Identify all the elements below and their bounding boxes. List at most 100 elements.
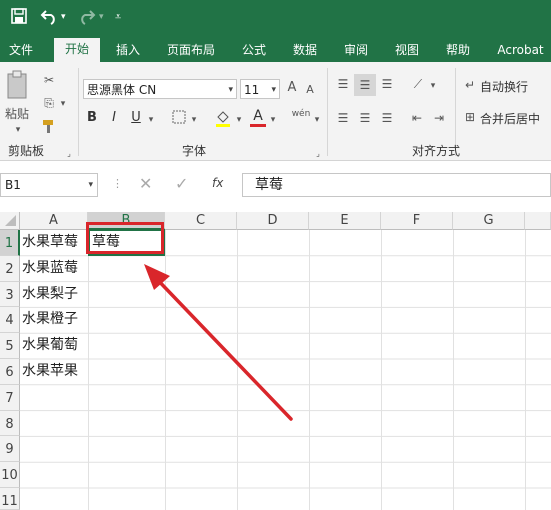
row-header-9[interactable]: 9 [0, 436, 20, 463]
row-header-7[interactable]: 7 [0, 384, 20, 411]
tab-file[interactable]: 文件 [2, 39, 40, 62]
undo-dropdown-icon[interactable]: ▾ [61, 7, 66, 27]
align-center-icon[interactable]: ☰ [356, 110, 374, 126]
wrap-text-button[interactable]: 自动换行 [480, 79, 528, 95]
merge-center-icon[interactable]: ⊞ [462, 109, 478, 125]
column-header-d[interactable]: D [237, 212, 309, 230]
underline-button[interactable]: U [128, 110, 144, 126]
fill-color-dropdown-icon[interactable]: ▾ [234, 112, 244, 128]
column-header-c[interactable]: C [165, 212, 237, 230]
tab-view[interactable]: 视图 [387, 39, 427, 62]
font-group-label: 字体 [182, 144, 207, 158]
font-launcher-icon[interactable]: ⌟ [313, 146, 323, 162]
formula-bar-grip-icon: ⋮ [112, 177, 123, 190]
name-box-value: B1 [5, 178, 21, 192]
name-box[interactable]: B1 ▾ [0, 173, 98, 197]
align-bottom-icon[interactable]: ☰ [378, 76, 396, 92]
fill-color-icon[interactable] [214, 109, 232, 131]
font-name-select[interactable]: 思源黑体 CN ▾ [83, 79, 237, 99]
tab-help[interactable]: 帮助 [438, 39, 478, 62]
cell-a4[interactable]: 水果橙子 [22, 307, 78, 333]
column-header-e[interactable]: E [309, 212, 381, 230]
clipboard-group-label: 剪贴板 [8, 144, 45, 158]
phonetic-guide-icon[interactable]: wén [290, 106, 312, 122]
enter-icon[interactable]: ✓ [175, 174, 188, 193]
italic-button[interactable]: I [106, 110, 122, 126]
column-header-h[interactable] [525, 212, 551, 230]
underline-dropdown-icon[interactable]: ▾ [146, 112, 156, 128]
cell-a6[interactable]: 水果苹果 [22, 359, 78, 385]
phonetic-label: wén [291, 109, 311, 119]
shrink-font-icon[interactable]: A [303, 82, 317, 98]
column-header-f[interactable]: F [381, 212, 453, 230]
merge-center-button[interactable]: 合并后居中 [480, 111, 540, 127]
divider [327, 68, 328, 156]
tab-review[interactable]: 审阅 [336, 39, 376, 62]
save-icon[interactable] [10, 7, 28, 30]
align-right-icon[interactable]: ☰ [378, 110, 396, 126]
align-middle-icon[interactable]: ☰ [354, 74, 376, 96]
annotation-arrow-icon [144, 264, 293, 421]
bold-button[interactable]: B [84, 110, 100, 126]
orientation-icon[interactable]: ⟋ [408, 76, 428, 92]
row-header-8[interactable]: 8 [0, 410, 20, 437]
tab-data[interactable]: 数据 [285, 39, 325, 62]
font-color-dropdown-icon[interactable]: ▾ [268, 112, 278, 128]
row-header-3[interactable]: 3 [0, 281, 20, 308]
formula-input[interactable]: 草莓 [242, 173, 551, 197]
orientation-dropdown-icon[interactable]: ▾ [428, 78, 438, 94]
cell-a3[interactable]: 水果梨子 [22, 282, 78, 308]
row-header-2[interactable]: 2 [0, 255, 20, 282]
tab-acrobat[interactable]: Acrobat [490, 39, 551, 62]
row-header-1[interactable]: 1 [0, 230, 20, 256]
row-header-5[interactable]: 5 [0, 333, 20, 359]
grow-font-icon[interactable]: A [285, 80, 299, 96]
row-header-4[interactable]: 4 [0, 307, 20, 334]
tab-formulas[interactable]: 公式 [234, 39, 274, 62]
font-name-value: 思源黑体 CN [87, 83, 157, 97]
row-header-10[interactable]: 10 [0, 462, 20, 488]
font-color-icon[interactable]: A [250, 108, 266, 127]
chevron-down-icon: ▾ [228, 85, 233, 95]
cell-a2[interactable]: 水果蓝莓 [22, 256, 78, 282]
alignment-group-label: 对齐方式 [412, 144, 461, 158]
redo-dropdown-icon[interactable]: ▾ [99, 7, 104, 27]
copy-dropdown-icon[interactable]: ▾ [58, 96, 68, 112]
clipboard-launcher-icon[interactable]: ⌟ [64, 146, 74, 162]
row-header-11[interactable]: 11 [0, 488, 20, 510]
wrap-text-icon[interactable]: ↵ [462, 77, 478, 93]
divider [78, 68, 79, 156]
column-header-a[interactable]: A [20, 212, 88, 230]
increase-indent-icon[interactable]: ⇥ [430, 110, 448, 126]
paste-icon[interactable] [4, 70, 30, 100]
font-color-glyph: A [253, 108, 263, 124]
paste-dropdown-icon[interactable]: ▾ [10, 122, 26, 138]
undo-icon[interactable] [40, 7, 58, 30]
cut-icon[interactable]: ✂ [40, 72, 58, 88]
select-all-button[interactable] [0, 212, 20, 230]
column-header-g[interactable]: G [453, 212, 525, 230]
tab-insert[interactable]: 插入 [108, 39, 148, 62]
paste-button[interactable]: 粘贴 [2, 106, 32, 122]
borders-dropdown-icon[interactable]: ▾ [189, 112, 199, 128]
ribbon-tabs: 文件 开始 插入 页面布局 公式 数据 审阅 视图 帮助 Acrobat [0, 35, 551, 62]
cell-a1[interactable]: 水果草莓 [22, 230, 78, 256]
cancel-icon[interactable]: ✕ [139, 174, 152, 193]
tab-home[interactable]: 开始 [54, 38, 100, 62]
chevron-down-icon: ▾ [271, 85, 276, 95]
decrease-indent-icon[interactable]: ⇤ [408, 110, 426, 126]
phonetic-dropdown-icon[interactable]: ▾ [312, 112, 322, 128]
cell-a5[interactable]: 水果葡萄 [22, 333, 78, 359]
insert-function-icon[interactable]: fx [212, 176, 223, 190]
customize-icon[interactable]: ⩡ [115, 7, 121, 27]
ribbon: 粘贴 ▾ ✂ ⎘ ▾ 剪贴板 ⌟ 思源黑体 CN ▾ 11 ▾ A A B I … [0, 62, 551, 161]
align-top-icon[interactable]: ☰ [334, 76, 352, 92]
borders-icon[interactable] [170, 110, 188, 128]
align-left-icon[interactable]: ☰ [334, 110, 352, 126]
font-size-select[interactable]: 11 ▾ [240, 79, 280, 99]
redo-icon[interactable] [78, 7, 96, 30]
row-header-6[interactable]: 6 [0, 359, 20, 385]
format-painter-icon[interactable] [40, 118, 58, 138]
tab-page-layout[interactable]: 页面布局 [160, 39, 222, 62]
copy-icon[interactable]: ⎘ [38, 95, 60, 111]
